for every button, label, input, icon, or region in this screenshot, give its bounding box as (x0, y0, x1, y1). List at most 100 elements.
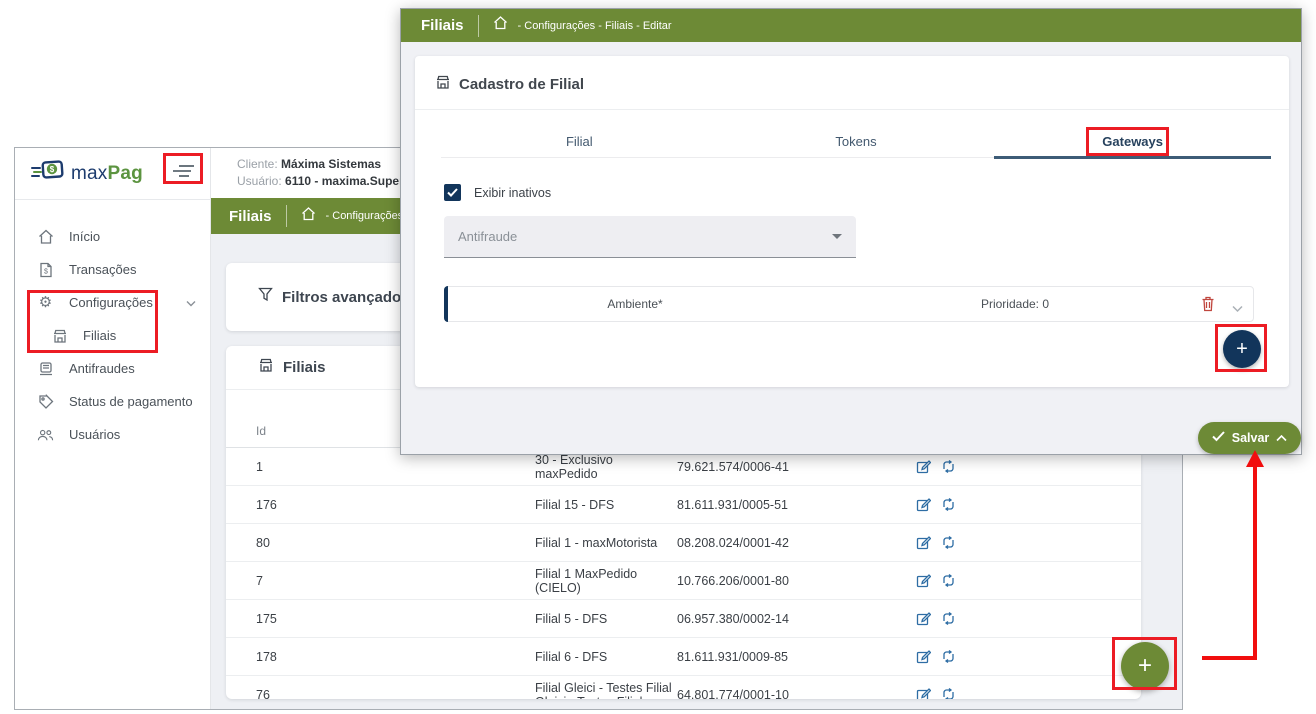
select-label: Antifraude (458, 229, 517, 244)
cell-id: 7 (256, 574, 535, 588)
cell-nome: Filial 15 - DFS (535, 498, 677, 512)
tab-label: Tokens (835, 134, 876, 149)
tab-gateways[interactable]: Gateways (994, 126, 1271, 157)
logo-row: $ maxPag (15, 148, 210, 200)
cell-nome: Filial 1 - maxMotorista (535, 536, 677, 550)
table-row: 80 Filial 1 - maxMotorista 08.208.024/00… (226, 524, 1141, 562)
sidebar-item-transacoes[interactable]: $ Transações (15, 253, 210, 286)
plus-icon: + (1236, 338, 1248, 361)
edit-icon[interactable] (916, 687, 931, 699)
edit-icon[interactable] (916, 459, 931, 474)
annotation-arrow-head (1246, 450, 1264, 467)
gateway-row: Ambiente* Prioridade: 0 (444, 286, 1254, 322)
tab-filial[interactable]: Filial (441, 126, 718, 157)
sidebar-item-label: Filiais (83, 328, 116, 343)
sidebar-nav: Início $ Transações ⚙ Configurações (15, 200, 210, 451)
users-icon (37, 428, 54, 442)
dialog-title-bar: Filiais - Configurações - Filiais - Edit… (401, 9, 1301, 42)
filters-title: Filtros avançados (282, 289, 410, 306)
edit-icon[interactable] (916, 497, 931, 512)
dialog-page-title: Filiais (421, 17, 464, 34)
trash-icon[interactable] (1201, 296, 1215, 317)
filter-icon (258, 287, 273, 307)
table-row: 178 Filial 6 - DFS 81.611.931/0009-85 (226, 638, 1141, 676)
checkbox-label: Exibir inativos (474, 186, 551, 200)
sync-icon[interactable] (941, 459, 956, 474)
sync-icon[interactable] (941, 535, 956, 550)
chevron-down-icon (186, 295, 196, 310)
cell-cnpj: 06.957.380/0002-14 (677, 612, 916, 626)
cliente-value: Máxima Sistemas (281, 157, 381, 171)
add-gateway-fab-button[interactable]: + (1223, 330, 1261, 368)
sync-icon[interactable] (941, 497, 956, 512)
edit-filial-dialog: Filiais - Configurações - Filiais - Edit… (400, 8, 1302, 455)
check-icon (1212, 429, 1225, 447)
salvar-label: Salvar (1232, 431, 1270, 445)
sync-icon[interactable] (941, 611, 956, 626)
chevron-down-icon[interactable] (1232, 300, 1243, 318)
sidebar-item-status-pagamento[interactable]: Status de pagamento (15, 385, 210, 418)
tab-label: Gateways (1102, 134, 1163, 149)
gear-icon: ⚙ (37, 295, 54, 310)
cliente-label: Cliente: (237, 157, 278, 171)
store-icon (51, 328, 68, 344)
screenshot-stage: $ maxPag Início (0, 0, 1316, 714)
cell-id: 176 (256, 498, 535, 512)
sidebar-item-label: Início (69, 229, 100, 244)
cell-id: 175 (256, 612, 535, 626)
edit-icon[interactable] (916, 573, 931, 588)
exibir-inativos-checkbox[interactable] (444, 184, 461, 201)
sync-icon[interactable] (941, 649, 956, 664)
column-header-id: Id (256, 424, 266, 438)
chevron-up-icon (1276, 429, 1287, 447)
edit-icon[interactable] (916, 649, 931, 664)
sidebar-item-label: Usuários (69, 427, 120, 442)
table-row: 175 Filial 5 - DFS 06.957.380/0002-14 (226, 600, 1141, 638)
dialog-tabs: Filial Tokens Gateways (441, 126, 1271, 158)
dialog-card-title: Cadastro de Filial (459, 76, 584, 93)
antifraude-select[interactable]: Antifraude (444, 216, 856, 258)
annotation-arrow-vertical (1253, 466, 1257, 660)
cell-id: 1 (256, 460, 535, 474)
sidebar: $ maxPag Início (15, 148, 211, 709)
usuario-label: Usuário: (237, 174, 282, 188)
sidebar-item-label: Antifraudes (69, 361, 135, 376)
menu-hamburger-icon[interactable] (166, 159, 200, 188)
home-icon (37, 229, 54, 245)
sync-icon[interactable] (941, 687, 956, 699)
ambiente-field[interactable]: Ambiente* (575, 287, 695, 321)
chevron-down-icon (832, 234, 842, 239)
edit-icon[interactable] (916, 611, 931, 626)
edit-icon[interactable] (916, 535, 931, 550)
cell-cnpj: 10.766.206/0001-80 (677, 574, 916, 588)
sidebar-item-filiais[interactable]: Filiais (15, 319, 210, 352)
home-icon[interactable] (493, 16, 508, 35)
add-filial-fab-button[interactable]: + (1121, 642, 1169, 690)
cell-cnpj: 81.611.931/0005-51 (677, 498, 916, 512)
home-icon[interactable] (301, 207, 316, 226)
store-icon (258, 357, 274, 378)
sidebar-item-label: Configurações (69, 295, 153, 310)
cell-nome: Filial 1 MaxPedido (CIELO) (535, 567, 677, 595)
sync-icon[interactable] (941, 573, 956, 588)
table-row: 76 Filial Gleici - Testes Filial Gleici … (226, 676, 1141, 699)
sidebar-item-label: Transações (69, 262, 136, 277)
plus-icon: + (1138, 652, 1152, 680)
sidebar-item-configuracoes[interactable]: ⚙ Configurações (15, 286, 210, 319)
table-row: 176 Filial 15 - DFS 81.611.931/0005-51 (226, 486, 1141, 524)
sidebar-item-inicio[interactable]: Início (15, 220, 210, 253)
sidebar-item-usuarios[interactable]: Usuários (15, 418, 210, 451)
sidebar-item-label: Status de pagamento (69, 394, 193, 409)
cell-cnpj: 64.801.774/0001-10 (677, 688, 916, 700)
cell-id: 178 (256, 650, 535, 664)
app-logo-text: maxPag (71, 163, 143, 185)
svg-text:$: $ (44, 268, 48, 275)
tag-icon (37, 394, 54, 410)
cell-nome: 30 - Exclusivo maxPedido (535, 453, 677, 481)
cadastro-filial-card: Cadastro de Filial Filial Tokens Gateway… (415, 56, 1289, 387)
tab-tokens[interactable]: Tokens (718, 126, 995, 157)
sidebar-item-antifraudes[interactable]: Antifraudes (15, 352, 210, 385)
prioridade-field[interactable]: Prioridade: 0 (945, 287, 1085, 321)
table-card-title: Filiais (283, 359, 326, 376)
dialog-card-header: Cadastro de Filial (415, 56, 1289, 110)
